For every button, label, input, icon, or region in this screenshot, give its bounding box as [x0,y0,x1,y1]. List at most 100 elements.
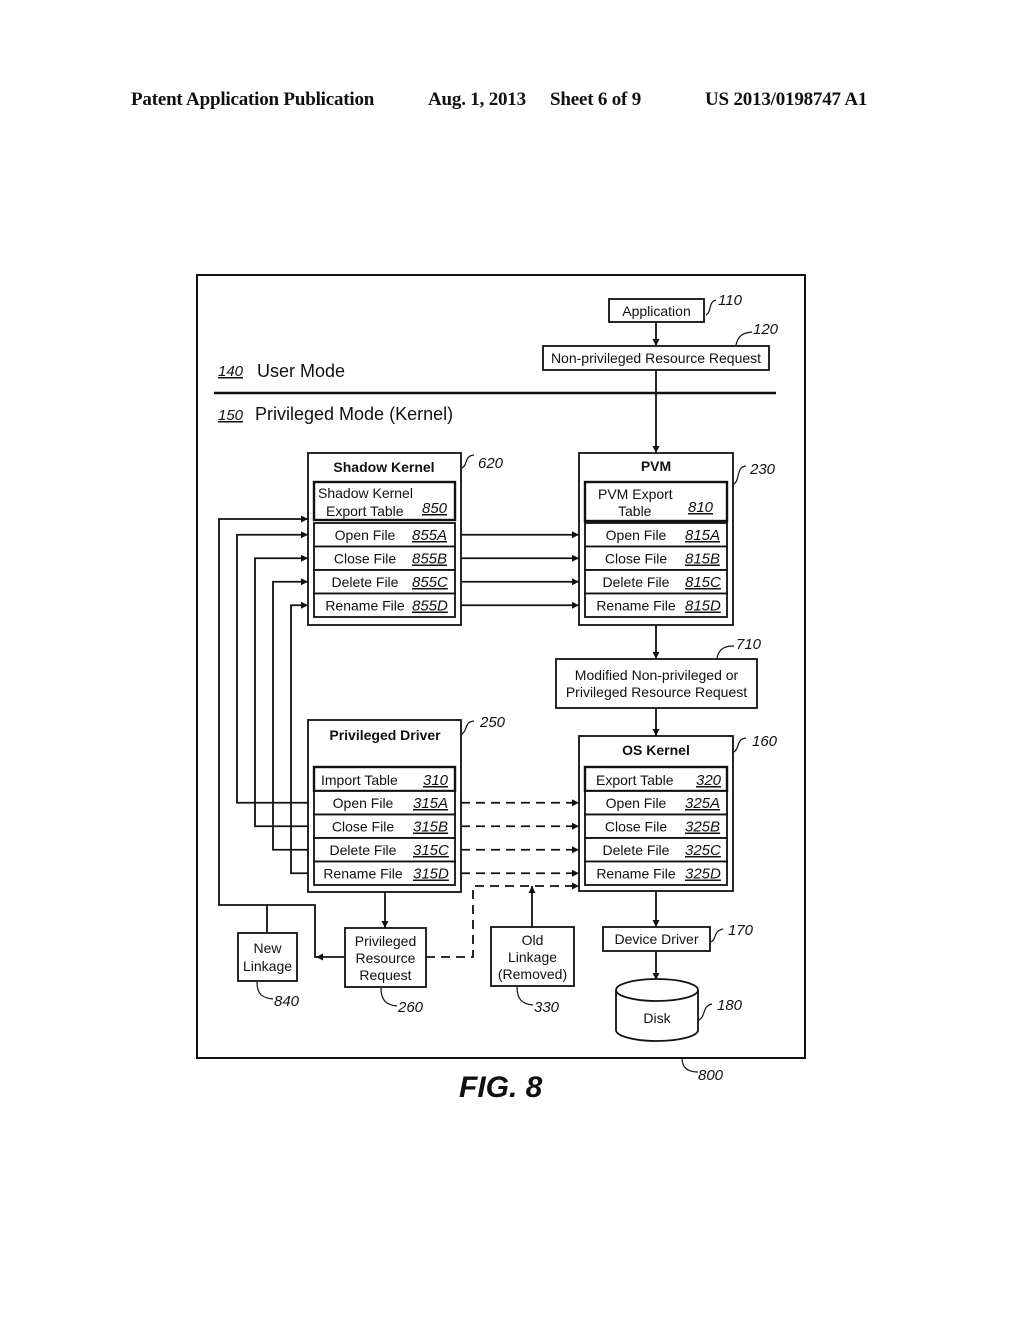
disk-cylinder: Disk [615,978,699,1042]
figure-caption: FIG. 8 [459,1071,543,1104]
disk-label: Disk [643,1010,671,1026]
ref-170: 170 [728,922,754,939]
leader-160 [733,737,747,753]
loop-driver-to-shadow-4 [290,601,308,875]
shadow-kernel-block: Shadow Kernel 620 Shadow Kernel Export T… [307,452,504,626]
pvm-row-label: Open File [606,527,667,543]
leader-110 [705,299,717,316]
driver-row-label: Delete File [330,842,397,858]
new-linkage-loops [236,531,308,875]
shadow-row-ref: 855A [412,527,447,544]
shadow-kernel-title: Shadow Kernel [333,459,434,475]
shadow-row-ref: 855D [412,598,448,615]
driver-row-label: Open File [333,795,394,811]
pvm-export-table-line1: PVM Export [598,486,673,502]
pvm-row-ref: 815C [685,574,721,591]
ref-840: 840 [274,993,300,1010]
priv-request-line3: Request [359,967,411,983]
pvm-row-ref: 815B [685,551,720,568]
ref-810: 810 [688,499,714,516]
driver-row-label: Rename File [323,866,403,882]
driver-row-ref: 315B [413,819,448,836]
old-linkage-line3: (Removed) [498,966,567,982]
ref-160: 160 [752,733,778,750]
shadow-row-label: Rename File [325,598,405,614]
leader-710 [716,645,735,659]
shadow-to-pvm-links [461,531,579,609]
pvm-row-ref: 815D [685,598,721,615]
new-linkage-line1: New [253,940,282,956]
nonprivileged-request-label: Non-privileged Resource Request [551,350,761,366]
os-row-label: Delete File [603,842,670,858]
pvm-title: PVM [641,458,671,474]
modified-request-line1: Modified Non-privileged or [575,667,739,683]
ref-180: 180 [717,997,743,1014]
ref-620: 620 [478,455,504,472]
application-label: Application [622,303,691,319]
old-linkage-line2: Linkage [508,949,557,965]
leader-800 [681,1057,699,1073]
pvm-block: PVM 230 PVM Export Table 810 Open File 81… [578,452,776,626]
loop-driver-to-shadow-2 [254,554,308,828]
os-export-table-label: Export Table [596,772,674,788]
ref-800: 800 [698,1067,724,1084]
os-row-ref: 325C [685,842,721,859]
ref-260: 260 [397,999,424,1016]
driver-to-os-links [461,799,579,877]
leader-180 [698,1003,713,1021]
ref-120: 120 [753,321,779,338]
pvm-row-label: Delete File [603,574,670,590]
ref-140: 140 [218,363,244,380]
ref-150: 150 [218,407,244,424]
ref-110: 110 [718,292,743,309]
driver-row-ref: 315D [413,866,449,883]
priv-request-line1: Privileged [355,933,416,949]
os-row-label: Close File [605,819,667,835]
os-kernel-title: OS Kernel [622,742,690,758]
ref-850: 850 [422,500,448,517]
os-row-label: Rename File [596,866,676,882]
shadow-row-label: Delete File [332,574,399,590]
shadow-export-table-line2: Export Table [326,503,404,519]
privileged-driver-title: Privileged Driver [329,727,441,743]
driver-row-ref: 315A [413,795,448,812]
old-linkage-line1: Old [522,932,544,948]
driver-row-ref: 315C [413,842,449,859]
ref-310: 310 [423,772,449,789]
device-driver-label: Device Driver [614,931,698,947]
new-linkage-line2: Linkage [243,958,292,974]
leader-250 [461,720,475,735]
ref-230: 230 [749,461,776,478]
driver-row-label: Close File [332,819,394,835]
leader-170 [710,928,724,943]
import-table-label: Import Table [321,772,398,788]
modified-request-line2: Privileged Resource Request [566,684,747,700]
ref-710: 710 [736,636,762,653]
pvm-row-ref: 815A [685,527,720,544]
leader-840 [256,981,274,1000]
shadow-row-ref: 855B [412,551,447,568]
ref-330: 330 [534,999,560,1016]
pvm-row-label: Close File [605,551,667,567]
pvm-row-label: Rename File [596,598,676,614]
leader-230 [733,465,747,485]
ref-250: 250 [479,714,506,731]
shadow-export-table-line1: Shadow Kernel [318,485,413,501]
leader-260 [380,987,398,1007]
shadow-row-label: Close File [334,551,396,567]
os-row-ref: 325B [685,819,720,836]
leader-330 [516,986,534,1006]
ref-320: 320 [696,772,722,789]
shadow-row-label: Open File [335,527,396,543]
user-mode-label: User Mode [257,361,345,381]
os-kernel-block: OS Kernel 160 Export Table 320 Open File… [578,733,778,892]
shadow-row-ref: 855C [412,574,448,591]
os-row-ref: 325A [685,795,720,812]
privileged-mode-label: Privileged Mode (Kernel) [255,404,453,424]
os-row-ref: 325D [685,866,721,883]
leader-620 [461,454,475,469]
leader-120 [735,331,753,346]
fig8-diagram: 800 140 User Mode 150 Privileged Mode (K… [196,274,806,1104]
pvm-export-table-line2: Table [618,503,652,519]
priv-request-line2: Resource [356,950,416,966]
